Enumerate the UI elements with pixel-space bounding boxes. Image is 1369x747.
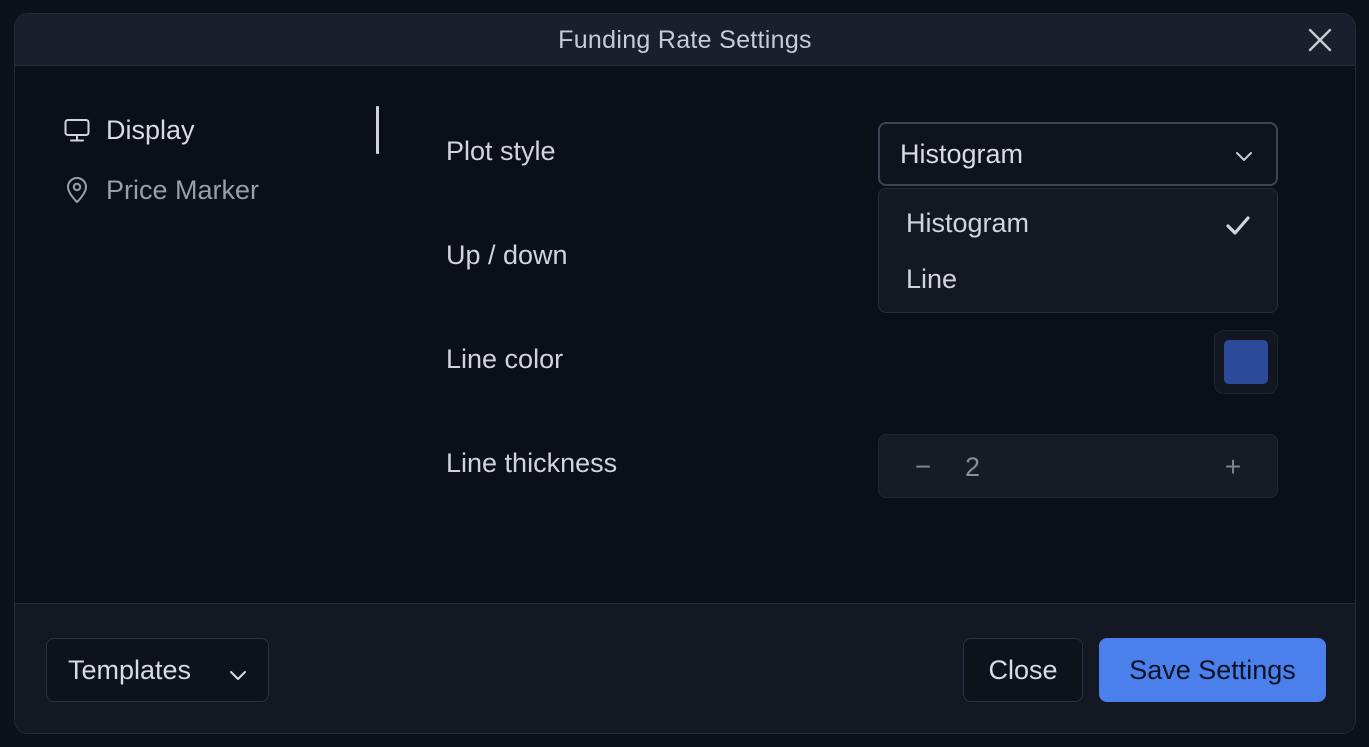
line-thickness-stepper: − 2 + xyxy=(878,434,1278,498)
close-x-glyph xyxy=(1308,28,1332,52)
line-thickness-label: Line thickness xyxy=(446,448,618,478)
save-settings-button[interactable]: Save Settings xyxy=(1099,638,1326,702)
dialog-footer: Templates Close Save Settings xyxy=(15,603,1355,733)
sidebar-item-label: Display xyxy=(106,114,195,145)
checkmark-icon xyxy=(1225,213,1251,235)
templates-button[interactable]: Templates xyxy=(46,638,269,702)
dialog-title: Funding Rate Settings xyxy=(558,26,812,54)
chevron-down-icon xyxy=(1234,146,1254,166)
chevron-down-icon xyxy=(228,661,248,681)
monitor-icon xyxy=(63,116,91,144)
menu-item-line[interactable]: Line xyxy=(879,251,1277,307)
line-color-picker[interactable] xyxy=(1214,330,1278,394)
dialog-header: Funding Rate Settings xyxy=(15,14,1355,66)
sidebar-active-indicator xyxy=(376,106,379,154)
menu-item-histogram[interactable]: Histogram xyxy=(879,195,1277,251)
decrement-button[interactable]: − xyxy=(893,435,953,499)
up-down-label: Up / down xyxy=(446,240,568,270)
line-color-label: Line color xyxy=(446,344,564,374)
increment-button[interactable]: + xyxy=(1203,435,1263,499)
map-pin-icon xyxy=(63,176,91,204)
plot-style-select[interactable]: Histogram xyxy=(878,122,1278,186)
close-button[interactable]: Close xyxy=(963,638,1083,702)
settings-dialog: Funding Rate Settings Display Price Mark xyxy=(14,13,1356,734)
sidebar-item-display[interactable]: Display xyxy=(63,110,195,150)
templates-label: Templates xyxy=(68,654,192,685)
plot-style-dropdown-menu: Histogram Line xyxy=(878,188,1278,313)
menu-item-label: Histogram xyxy=(906,207,1030,238)
plot-style-label: Plot style xyxy=(446,136,556,166)
plot-style-value: Histogram xyxy=(900,138,1024,169)
sidebar-item-price-marker[interactable]: Price Marker xyxy=(63,170,259,210)
menu-item-label: Line xyxy=(906,263,958,294)
line-thickness-value[interactable]: 2 xyxy=(965,435,1065,499)
color-swatch xyxy=(1224,340,1268,384)
sidebar-item-label: Price Marker xyxy=(106,174,260,205)
close-icon[interactable] xyxy=(1307,27,1333,53)
